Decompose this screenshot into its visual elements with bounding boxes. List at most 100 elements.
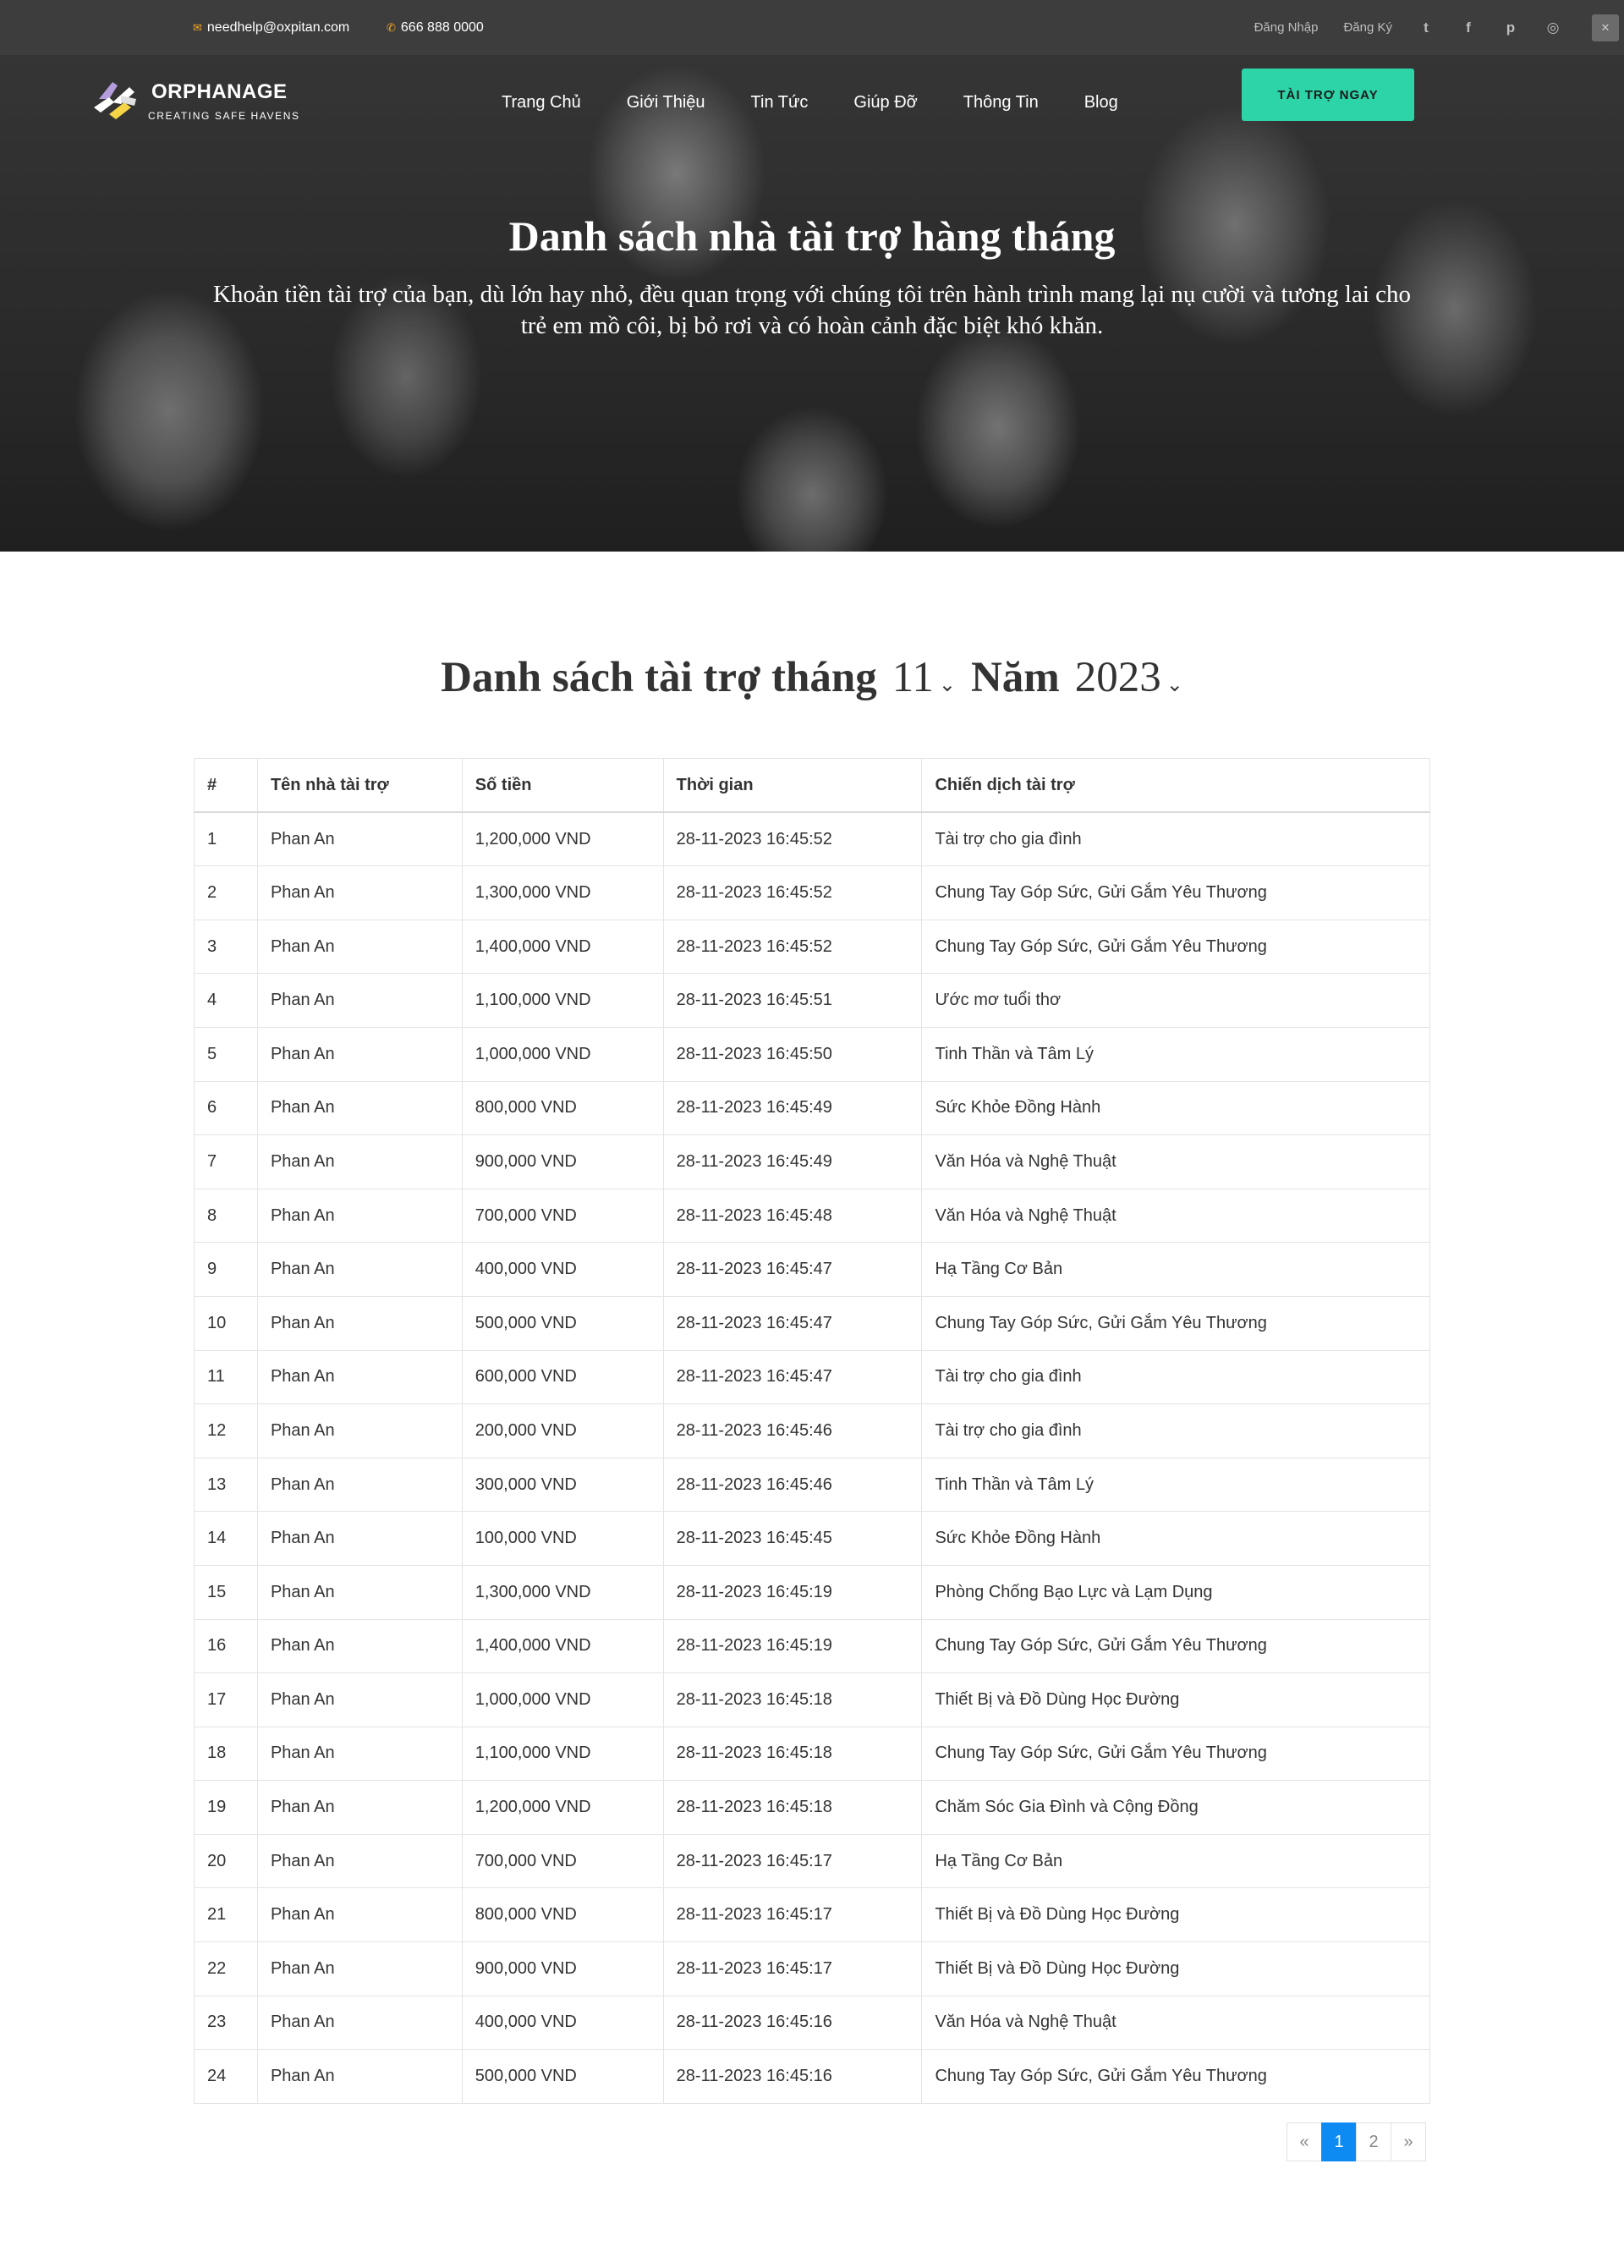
cell-index: 4 (194, 973, 258, 1028)
nav-item-info[interactable]: Thông Tin (963, 93, 1039, 113)
cell-index: 6 (194, 1080, 258, 1136)
table-row: 4 Phan An 1,100,000 VND 28-11-2023 16:45:51… (194, 973, 1430, 1028)
column-header-amount: Số tiền (461, 758, 664, 814)
cell-campaign: Chung Tay Góp Sức, Gửi Gắm Yêu Thương (921, 919, 1430, 975)
instagram-icon[interactable]: ◎ (1544, 19, 1561, 36)
pagination-page-2[interactable]: 2 (1356, 2122, 1391, 2161)
cell-donor-name: Phan An (256, 1941, 463, 1996)
cell-campaign: Văn Hóa và Nghệ Thuật (921, 1995, 1430, 2051)
table-header-row: # Tên nhà tài trợ Số tiền Thời gian Chiế… (194, 758, 1430, 814)
cell-amount: 700,000 VND (461, 1188, 664, 1244)
cell-donor-name: Phan An (256, 1887, 463, 1943)
cell-amount: 1,000,000 VND (461, 1026, 664, 1082)
cell-time: 28-11-2023 16:45:52 (662, 811, 923, 867)
cell-donor-name: Phan An (256, 1026, 463, 1082)
cell-amount: 1,400,000 VND (461, 919, 664, 975)
table-row: 2 Phan An 1,300,000 VND 28-11-2023 16:45:52… (194, 865, 1430, 920)
cell-donor-name: Phan An (256, 1511, 463, 1566)
site-logo[interactable]: ORPHANAGE CREATING SAFE HAVENS (87, 65, 307, 133)
pagination-prev[interactable]: « (1287, 2122, 1322, 2161)
cell-time: 28-11-2023 16:45:49 (662, 1080, 923, 1136)
cell-amount: 1,100,000 VND (461, 1726, 664, 1782)
nav-item-blog[interactable]: Blog (1084, 93, 1118, 113)
cell-amount: 1,300,000 VND (461, 865, 664, 920)
pagination: « 1 2 » (1287, 2122, 1426, 2161)
cell-time: 28-11-2023 16:45:46 (662, 1403, 923, 1458)
hero-banner: ORPHANAGE CREATING SAFE HAVENS Trang Chủ… (0, 55, 1624, 552)
broken-image-icon: ✕ (1592, 14, 1619, 41)
pinterest-icon[interactable]: p (1502, 19, 1519, 36)
table-row: 3 Phan An 1,400,000 VND 28-11-2023 16:45:52… (194, 919, 1430, 975)
nav-item-about[interactable]: Giới Thiệu (627, 93, 705, 113)
cell-time: 28-11-2023 16:45:47 (662, 1295, 923, 1351)
cell-campaign: Tinh Thần và Tâm Lý (921, 1457, 1430, 1513)
table-row: 10 Phan An 500,000 VND 28-11-2023 16:45:47 C… (194, 1295, 1430, 1351)
cell-time: 28-11-2023 16:45:48 (662, 1188, 923, 1244)
cell-campaign: Chung Tay Góp Sức, Gửi Gắm Yêu Thương (921, 1618, 1430, 1674)
hands-logo-icon (94, 82, 136, 119)
cell-index: 21 (194, 1887, 258, 1943)
cell-amount: 1,200,000 VND (461, 1780, 664, 1835)
cell-time: 28-11-2023 16:45:47 (662, 1242, 923, 1297)
cell-amount: 300,000 VND (461, 1457, 664, 1513)
cell-donor-name: Phan An (256, 973, 463, 1028)
twitter-icon[interactable]: t (1418, 19, 1435, 36)
cell-campaign: Chăm Sóc Gia Đình và Cộng Đồng (921, 1780, 1430, 1835)
cell-index: 2 (194, 865, 258, 920)
cell-donor-name: Phan An (256, 2049, 463, 2104)
cell-campaign: Văn Hóa và Nghệ Thuật (921, 1134, 1430, 1189)
contact-phone-text: 666 888 0000 (400, 19, 484, 35)
facebook-icon[interactable]: f (1460, 19, 1477, 36)
cell-time: 28-11-2023 16:45:17 (662, 1941, 923, 1996)
cell-index: 7 (194, 1134, 258, 1189)
nav-item-help[interactable]: Giúp Đỡ (853, 93, 917, 113)
column-header-donor: Tên nhà tài trợ (256, 758, 463, 814)
register-link[interactable]: Đăng Ký (1343, 20, 1392, 35)
column-header-index: # (194, 758, 258, 814)
table-row: 18 Phan An 1,100,000 VND 28-11-2023 16:45:1… (194, 1726, 1430, 1782)
cell-time: 28-11-2023 16:45:16 (662, 1995, 923, 2051)
cell-campaign: Hạ Tầng Cơ Bản (921, 1242, 1430, 1297)
cell-index: 8 (194, 1188, 258, 1244)
cell-time: 28-11-2023 16:45:19 (662, 1564, 923, 1620)
pagination-next[interactable]: » (1391, 2122, 1426, 2161)
contact-phone[interactable]: ✆ 666 888 0000 (387, 0, 484, 55)
cell-donor-name: Phan An (256, 1833, 463, 1889)
cell-campaign: Chung Tay Góp Sức, Gửi Gắm Yêu Thương (921, 1726, 1430, 1782)
cell-index: 19 (194, 1780, 258, 1835)
cell-campaign: Văn Hóa và Nghệ Thuật (921, 1188, 1430, 1244)
cell-index: 17 (194, 1672, 258, 1727)
table-row: 13 Phan An 300,000 VND 28-11-2023 16:45:46 T… (194, 1457, 1430, 1513)
cell-donor-name: Phan An (256, 1618, 463, 1674)
cell-donor-name: Phan An (256, 1295, 463, 1351)
login-link[interactable]: Đăng Nhập (1254, 20, 1319, 35)
cell-donor-name: Phan An (256, 1080, 463, 1136)
envelope-icon: ✉ (193, 20, 202, 34)
cell-time: 28-11-2023 16:45:18 (662, 1726, 923, 1782)
table-row: 9 Phan An 400,000 VND 28-11-2023 16:45:47 Hạ… (194, 1242, 1430, 1297)
cell-amount: 600,000 VND (461, 1349, 664, 1405)
cell-time: 28-11-2023 16:45:52 (662, 919, 923, 975)
nav-item-news[interactable]: Tin Tức (751, 93, 809, 113)
month-value: 11 (892, 654, 934, 701)
year-label: Năm (970, 654, 1060, 701)
cell-campaign: Phòng Chống Bạo Lực và Lạm Dụng (921, 1564, 1430, 1620)
contact-email[interactable]: ✉ needhelp@oxpitan.com (193, 0, 349, 55)
cell-campaign: Tinh Thần và Tâm Lý (921, 1026, 1430, 1082)
cell-amount: 800,000 VND (461, 1887, 664, 1943)
cell-amount: 100,000 VND (461, 1511, 664, 1566)
cell-donor-name: Phan An (256, 1726, 463, 1782)
cell-campaign: Tài trợ cho gia đình (921, 811, 1430, 867)
table-row: 17 Phan An 1,000,000 VND 28-11-2023 16:45:1… (194, 1672, 1430, 1727)
cell-index: 18 (194, 1726, 258, 1782)
cell-campaign: Hạ Tầng Cơ Bản (921, 1833, 1430, 1889)
donate-now-button[interactable]: TÀI TRỢ NGAY (1242, 69, 1414, 121)
nav-item-home[interactable]: Trang Chủ (502, 93, 581, 113)
cell-time: 28-11-2023 16:45:17 (662, 1833, 923, 1889)
pagination-page-1[interactable]: 1 (1321, 2122, 1357, 2161)
year-select[interactable]: 2023 ⌄ (1075, 653, 1183, 702)
month-select[interactable]: 11 ⌄ (892, 653, 956, 702)
table-row: 20 Phan An 700,000 VND 28-11-2023 16:45:17 H… (194, 1833, 1430, 1889)
cell-donor-name: Phan An (256, 1242, 463, 1297)
phone-icon: ✆ (387, 20, 396, 34)
